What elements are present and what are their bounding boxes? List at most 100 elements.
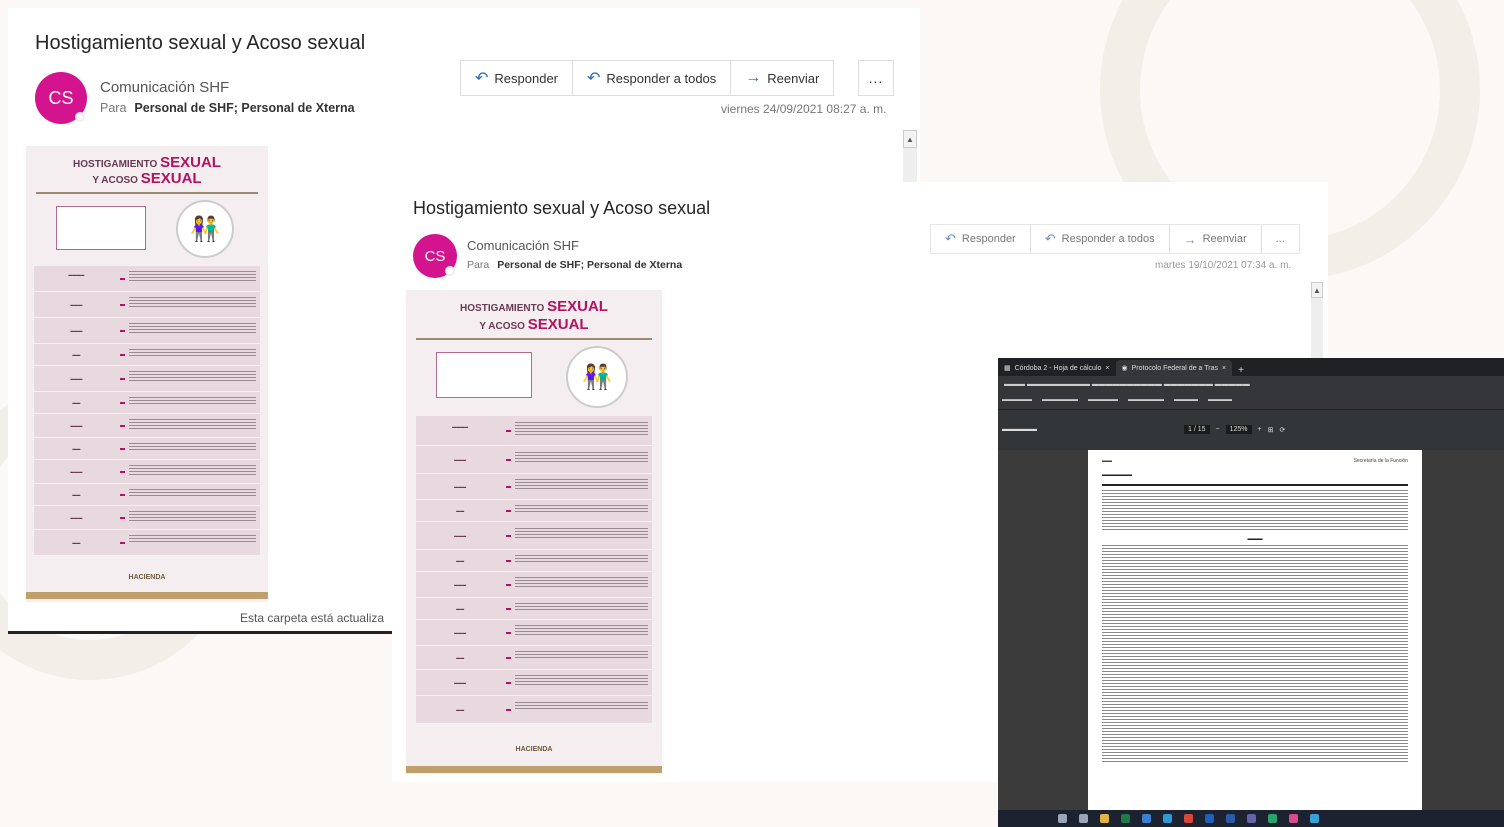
folder-status: Esta carpeta está actualiza — [240, 611, 385, 625]
reply-icon: ↶ — [945, 231, 956, 246]
bookmark-item[interactable]: ▬▬▬▬▬ — [1002, 397, 1032, 406]
reply-button[interactable]: ↶ Responder — [461, 61, 574, 95]
pdf-paragraph — [1102, 490, 1408, 530]
poster-row: ▬▬ — [34, 438, 260, 460]
email-date-2: martes 19/10/2021 07:34 a. m. — [1155, 260, 1292, 271]
zoom-out-button[interactable]: − — [1216, 426, 1220, 433]
browser-tab[interactable]: ▦ Córdoba 2 - Hoja de cálculo × — [998, 360, 1116, 376]
to-label: Para — [100, 101, 127, 115]
bookmark-item[interactable]: ▬▬▬▬ — [1174, 397, 1198, 406]
recipients-line: Para Personal de SHF; Personal de Xterna — [100, 101, 355, 115]
app-icon[interactable] — [1289, 814, 1298, 823]
sender-name[interactable]: Comunicación SHF — [100, 79, 229, 96]
pdf-browser-window: ▦ Córdoba 2 - Hoja de cálculo × ◉ Protocolo… — [998, 358, 1504, 827]
poster-rows: ▬▬▬▬ ▬▬▬ ▬▬▬ ▬▬ ▬▬▬ ▬▬ ▬▬▬ ▬▬ ▬▬▬ ▬▬ ▬▬▬… — [34, 266, 260, 556]
poster-image: HOSTIGAMIENTO SEXUAL Y ACOSO SEXUAL 👫 ▬▬… — [406, 290, 662, 774]
search-icon[interactable] — [1058, 814, 1067, 823]
bookmark-item[interactable]: ▬▬▬▬ — [1208, 397, 1232, 406]
scroll-up-button[interactable]: ▲ — [903, 130, 917, 148]
pdf-page: ▬▬ Secretaría de la Función ▬▬▬▬▬▬ ▬▬▬ — [1088, 450, 1422, 810]
reply-all-label: Responder a todos — [606, 70, 717, 86]
recipients[interactable]: Personal de SHF; Personal de Xterna — [134, 101, 354, 115]
forward-icon: → — [1183, 231, 1197, 247]
poster-row: ▬▬ — [34, 344, 260, 366]
reply-all-button[interactable]: ↶ Responder a todos — [1031, 225, 1170, 253]
poster-title-line1: HOSTIGAMIENTO SEXUAL — [406, 298, 662, 315]
bookmark-item[interactable]: ▬▬▬▬▬▬ — [1128, 397, 1164, 406]
presence-icon — [75, 112, 85, 122]
chrome-icon[interactable] — [1184, 814, 1193, 823]
app-icon[interactable] — [1268, 814, 1277, 823]
poster-row: ▬▬▬ — [416, 522, 652, 550]
forward-label: Reenviar — [767, 70, 820, 86]
browser-tab-active[interactable]: ◉ Protocolo Federal de a Tras × — [1115, 360, 1233, 376]
page-indicator[interactable]: 1 / 15 — [1184, 425, 1210, 434]
forward-button[interactable]: → Reenviar — [1170, 225, 1262, 253]
pdf-page-title: ▬▬▬▬▬▬ — [1102, 472, 1132, 478]
app-icon[interactable] — [1310, 814, 1319, 823]
poster-row: ▬▬ — [416, 500, 652, 522]
poster-row: ▬▬ — [416, 598, 652, 620]
poster-row: ▬▬▬ — [34, 318, 260, 344]
close-icon[interactable]: × — [1105, 365, 1109, 372]
email-subject: Hostigamiento sexual y Acoso sexual — [413, 198, 711, 218]
excel-icon[interactable] — [1121, 814, 1130, 823]
poster-gold-band — [26, 592, 268, 599]
task-view-icon[interactable] — [1079, 814, 1088, 823]
reply-label: Responder — [494, 70, 559, 86]
poster-title-highlight: SEXUAL — [527, 316, 589, 333]
forward-label: Reenviar — [1202, 233, 1247, 245]
browser-tab-strip: ▦ Córdoba 2 - Hoja de cálculo × ◉ Protocolo… — [998, 358, 1504, 376]
reply-all-button[interactable]: ↶ Responder a todos — [573, 61, 732, 95]
bookmark-item[interactable]: ▬▬▬▬▬▬ — [1042, 397, 1078, 406]
outlook-icon[interactable] — [1205, 814, 1214, 823]
close-icon[interactable]: × — [1222, 365, 1226, 372]
fit-page-icon[interactable]: ⊞ — [1268, 426, 1274, 434]
zoom-level[interactable]: 125% — [1225, 425, 1252, 434]
poster-image: HOSTIGAMIENTO SEXUAL Y ACOSO SEXUAL 👫 ▬▬… — [26, 146, 268, 602]
address-bar[interactable]: ▬▬▬ ▬▬▬▬▬▬▬▬▬ ▬▬▬▬▬▬▬▬▬▬ ▬▬▬▬▬▬▬ ▬▬▬▬▬ — [998, 376, 1504, 394]
poster-row: ▬▬▬ — [34, 506, 260, 530]
poster-divider — [36, 192, 258, 194]
tab-label: Córdoba 2 - Hoja de cálculo — [1014, 364, 1102, 372]
poster-row: ▬▬▬▬ — [34, 266, 260, 292]
poster-row: ▬▬▬ — [416, 446, 652, 474]
poster-row: ▬▬ — [34, 484, 260, 506]
avatar-initials: CS — [424, 247, 446, 265]
rotate-icon[interactable]: ⟳ — [1279, 426, 1285, 434]
more-actions-button[interactable]: ... — [858, 60, 894, 96]
pdf-filename: ▬▬▬▬▬ — [1002, 426, 1037, 433]
poster-divider — [416, 338, 652, 340]
poster-title-highlight: SEXUAL — [547, 298, 608, 315]
email-date: viernes 24/09/2021 08:27 a. m. — [721, 102, 887, 116]
edge-icon[interactable] — [1163, 814, 1172, 823]
to-label: Para — [467, 259, 490, 271]
pdf-section-heading: ▬▬▬ — [1247, 536, 1263, 542]
poster-title-prefix: Y ACOSO — [92, 175, 138, 186]
poster-row: ▬▬▬ — [34, 292, 260, 318]
reply-all-icon: ↶ — [587, 70, 601, 87]
poster-row: ▬▬ — [34, 392, 260, 414]
more-actions-button[interactable]: ... — [1262, 225, 1299, 253]
scrollbar-track[interactable] — [1311, 298, 1323, 358]
pdf-toolbar: ▬▬▬▬▬ 1 / 15 − 125% + ⊞ ⟳ — [998, 410, 1504, 450]
bookmark-item[interactable]: ▬▬▬▬▬ — [1088, 397, 1118, 406]
new-tab-button[interactable]: + — [1232, 365, 1250, 376]
forward-button[interactable]: → Reenviar — [731, 61, 833, 95]
poster-row: ▬▬▬ — [416, 572, 652, 598]
presence-icon — [445, 266, 455, 276]
explorer-icon[interactable] — [1100, 814, 1109, 823]
scroll-up-button[interactable]: ▲ — [1311, 282, 1323, 298]
word-icon[interactable] — [1226, 814, 1235, 823]
reply-button[interactable]: ↶ Responder — [931, 225, 1031, 253]
tab-icon: ◉ — [1121, 365, 1128, 372]
zoom-in-button[interactable]: + — [1258, 426, 1262, 433]
pdf-page-controls: 1 / 15 − 125% + ⊞ ⟳ — [1184, 425, 1285, 434]
reply-toolbar-2: ↶ Responder ↶ Responder a todos → Reenviar … — [930, 224, 1300, 254]
poster-title-prefix: HOSTIGAMIENTO — [73, 159, 158, 170]
recipients[interactable]: Personal de SHF; Personal de Xterna — [497, 259, 682, 271]
hacienda-logo: HACIENDA — [128, 574, 166, 581]
store-icon[interactable] — [1142, 814, 1151, 823]
sender-name[interactable]: Comunicación SHF — [467, 238, 579, 253]
teams-icon[interactable] — [1247, 814, 1256, 823]
